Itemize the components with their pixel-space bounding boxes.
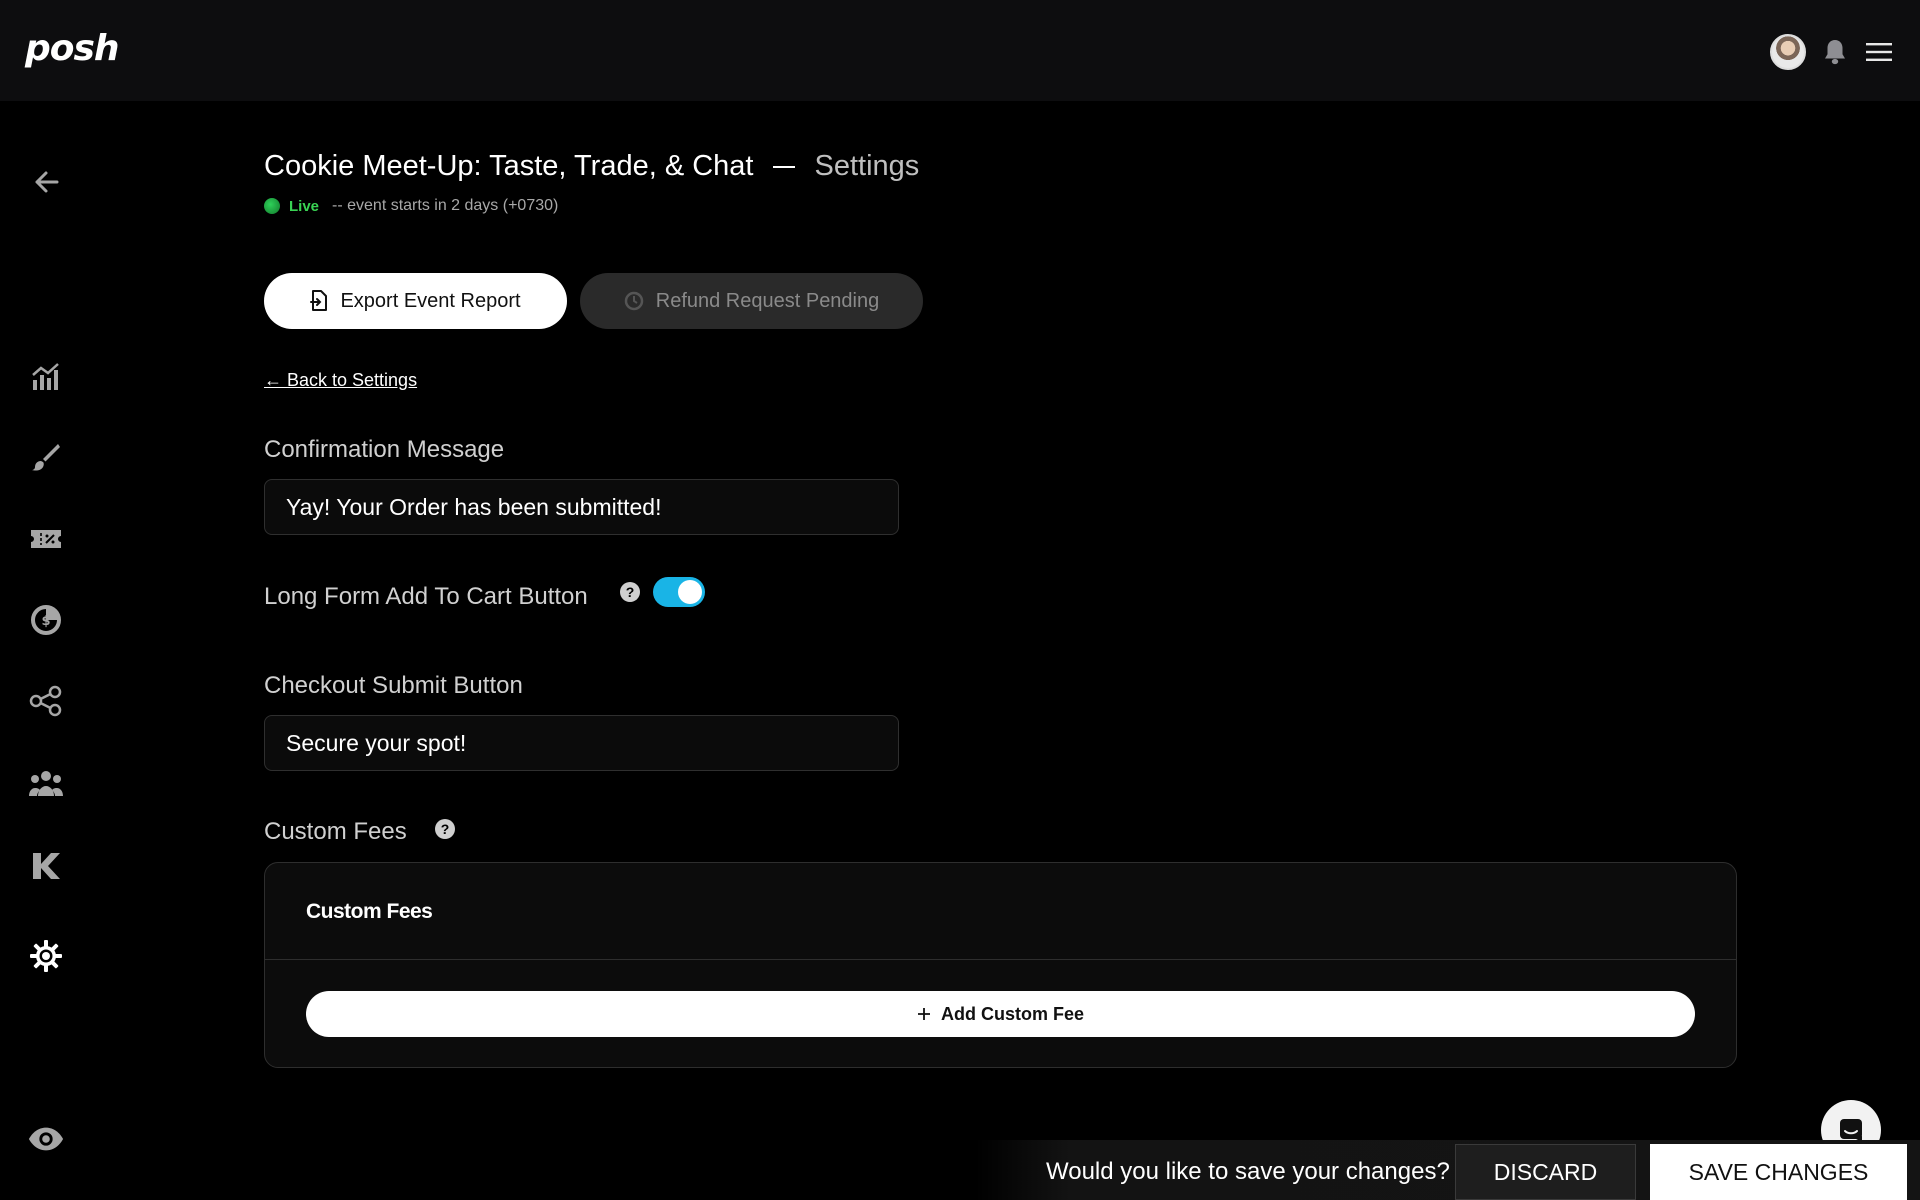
long-form-add-to-cart-label: Long Form Add To Cart Button — [264, 583, 588, 610]
settings-gear-icon[interactable] — [27, 937, 65, 975]
menu-icon[interactable] — [1864, 37, 1894, 67]
attendees-icon[interactable] — [27, 764, 65, 802]
save-changes-button[interactable]: SAVE CHANGES — [1650, 1144, 1907, 1200]
svg-text:$: $ — [41, 614, 50, 629]
long-form-add-to-cart-toggle[interactable] — [653, 577, 705, 607]
long-form-help-icon[interactable]: ? — [620, 582, 640, 602]
custom-fees-card-title: Custom Fees — [306, 900, 433, 923]
toggle-knob — [678, 580, 702, 604]
export-file-icon — [310, 290, 328, 311]
plus-icon — [917, 1008, 930, 1020]
checkout-submit-button-label: Checkout Submit Button — [264, 672, 523, 699]
avatar[interactable] — [1770, 34, 1806, 70]
refund-request-pending-button[interactable]: Refund Request Pending — [580, 273, 923, 329]
card-divider — [265, 959, 1736, 960]
analytics-icon[interactable] — [27, 357, 65, 395]
event-actions: Export Event Report Refund Request Pendi… — [264, 273, 923, 329]
confirmation-message-label: Confirmation Message — [264, 436, 505, 463]
add-custom-fee-label: Add Custom Fee — [940, 1003, 1084, 1024]
export-event-report-label: Export Event Report — [340, 289, 521, 312]
event-name: Cookie Meet-Up: Taste, Trade, & Chat — [264, 150, 754, 182]
discard-button[interactable]: DISCARD — [1455, 1144, 1636, 1200]
checkout-submit-button-input[interactable] — [264, 715, 899, 771]
custom-fees-label: Custom Fees — [264, 818, 407, 845]
top-bar: posh — [0, 0, 1920, 101]
live-status-icon — [264, 198, 280, 214]
breadcrumb-settings: Settings — [814, 150, 920, 182]
finance-icon[interactable]: $ — [27, 601, 65, 639]
custom-fees-help-icon[interactable]: ? — [435, 819, 455, 839]
preview-eye-icon[interactable] — [27, 1120, 65, 1158]
custom-fees-card: Custom Fees Add Custom Fee — [264, 862, 1737, 1068]
tracking-links-icon[interactable] — [27, 682, 65, 720]
back-arrow-icon[interactable] — [27, 163, 65, 201]
kickback-icon[interactable] — [27, 847, 65, 885]
title-separator — [773, 165, 796, 168]
export-event-report-button[interactable]: Export Event Report — [264, 273, 567, 329]
sidebar: $ — [0, 101, 92, 1200]
posh-logo[interactable]: posh — [25, 28, 120, 69]
event-status: Live -- event starts in 2 days (+0730) — [264, 197, 919, 215]
event-header: Cookie Meet-Up: Taste, Trade, & Chat Set… — [264, 150, 919, 215]
refund-request-pending-label: Refund Request Pending — [655, 289, 880, 312]
status-badge: Live — [289, 197, 320, 215]
back-to-settings-link[interactable]: ← Back to Settings — [264, 370, 417, 391]
ticket-icon[interactable] — [27, 520, 65, 558]
save-changes-prompt: Would you like to save your changes? — [1046, 1158, 1450, 1185]
unsaved-changes-bar: Would you like to save your changes? DIS… — [975, 1140, 1920, 1200]
event-start-countdown: -- event starts in 2 days (+0730) — [332, 197, 559, 214]
page-title: Cookie Meet-Up: Taste, Trade, & Chat Set… — [264, 150, 919, 183]
add-custom-fee-button[interactable]: Add Custom Fee — [306, 991, 1695, 1037]
bell-icon[interactable] — [1820, 37, 1850, 67]
confirmation-message-input[interactable] — [264, 479, 899, 535]
top-right-controls — [1770, 34, 1894, 70]
refund-clock-icon — [624, 291, 643, 311]
paint-brush-icon[interactable] — [27, 438, 65, 476]
